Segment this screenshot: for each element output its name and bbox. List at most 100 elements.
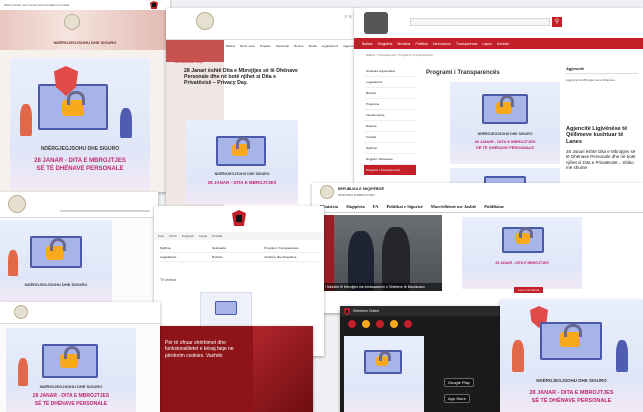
nav-item[interactable]: Ministria xyxy=(397,42,410,46)
nav-item[interactable]: Botime xyxy=(294,44,303,48)
nav-item[interactable]: Lajme xyxy=(482,42,492,46)
cookie-text: Për të ofruar shërbimet dhe funksionalit… xyxy=(165,340,234,359)
nav-item[interactable]: Politikat xyxy=(415,42,427,46)
nav-item[interactable]: Media xyxy=(309,44,317,48)
institution-seal xyxy=(64,14,80,30)
nav-item[interactable]: Rreth nesh xyxy=(240,44,255,48)
site-logo[interactable] xyxy=(196,12,214,30)
nav-item[interactable]: Veprimtari xyxy=(276,44,290,48)
tab-item[interactable]: Kreu xyxy=(158,234,164,238)
site-header: ⚲ xyxy=(354,8,643,38)
sidebar-item[interactable]: Njoftime xyxy=(364,143,416,154)
service-icon[interactable] xyxy=(404,320,412,328)
sidebar-item[interactable]: Struktura organizative xyxy=(364,66,416,77)
search-button[interactable]: ⚲ xyxy=(552,17,562,27)
google-play-badge[interactable]: Google Play xyxy=(444,378,474,387)
table-cell[interactable]: Buxheti xyxy=(212,255,264,259)
top-links[interactable]: Ballina Rreth nesh Veprimtaria Publikime… xyxy=(4,3,69,7)
nav-item[interactable]: Shqipëria xyxy=(378,42,393,46)
language-icon[interactable]: ☰ xyxy=(348,14,352,19)
poster-date-line: 28 JANAR - DITA E MBROJTJES xyxy=(34,158,126,164)
search-icon: ⚲ xyxy=(554,19,560,25)
lock-icon xyxy=(232,137,251,156)
table-cell[interactable]: Njoftime xyxy=(160,246,212,250)
poster-headline: NDËRGJEGJSOHU DHE SIGURO xyxy=(536,378,607,383)
nav-item[interactable]: Transparenca xyxy=(456,42,477,46)
service-icon[interactable] xyxy=(348,320,356,328)
lock-icon xyxy=(516,226,533,244)
site-logo[interactable] xyxy=(364,12,388,34)
poster-headline: NDËRGJEGJSOHU DHE SIGURO xyxy=(39,384,103,389)
thumbnail[interactable] xyxy=(200,292,252,328)
main-nav: Ballina Shqipëria Ministria Politikat In… xyxy=(354,38,643,49)
search-icon[interactable]: ⚲ xyxy=(344,14,347,19)
sidebar: Struktura organizative Legjislacioni Bux… xyxy=(364,66,416,175)
article-headline[interactable]: 28 Janari është Dita e Mbrojtjes së të D… xyxy=(184,68,302,87)
service-icon[interactable] xyxy=(362,320,370,328)
site-logo[interactable] xyxy=(8,195,26,213)
screenshot-b: ⚲ ☰ Ballina Rreth nesh Projekte Veprimta… xyxy=(166,8,358,206)
poster-date-line-2: SË TË DHËNAVE PERSONALE xyxy=(476,145,534,150)
read-more-button[interactable]: Lexo më shumë xyxy=(514,287,544,293)
logo-subcaption: MINISTRIA E MBROJTJES xyxy=(338,193,375,197)
sidebar-item[interactable]: Vendimmarrje xyxy=(364,110,416,121)
service-icon[interactable] xyxy=(376,320,384,328)
right-panel-item[interactable]: Agjencitë të Mbrojtjes së të Dhënave xyxy=(566,78,638,82)
poster-headline: NDËRGJEGJSOHU DHE SIGURO xyxy=(477,132,533,136)
lock-icon xyxy=(60,346,81,368)
article-category[interactable]: Komunikata për shtyp xyxy=(174,60,203,64)
site-header xyxy=(154,206,324,232)
sidebar-item[interactable]: Legjislacioni xyxy=(364,77,416,88)
nav-item[interactable]: FA xyxy=(373,204,379,209)
nav-item[interactable]: Kontakt xyxy=(497,42,509,46)
tab-item[interactable]: Lajme xyxy=(199,234,207,238)
tab-item[interactable]: Kontakt xyxy=(212,234,222,238)
breadcrumb[interactable]: Ballina / Transparenca / Programi i Tran… xyxy=(366,53,433,57)
header-icons: ⚲ ☰ xyxy=(344,14,352,19)
albania-emblem xyxy=(344,307,350,315)
table-cell[interactable]: Legjislacioni xyxy=(160,255,212,259)
table-cell[interactable]: Vendime dhe Rregullore xyxy=(264,255,318,259)
screenshot-j: NDËRGJEGJSOHU DHE SIGURO 28 JANAR - DITA… xyxy=(500,300,643,412)
nav-item[interactable]: Publikime xyxy=(484,204,504,209)
privacy-day-poster xyxy=(344,336,424,412)
sidebar-item[interactable]: Raporte xyxy=(364,121,416,132)
nav-item[interactable]: Shqipëria xyxy=(346,204,365,209)
poster-date-line-2: SË TË DHËNAVE PERSONALE xyxy=(36,166,124,172)
privacy-day-poster: 28 JANAR - DITA E MBROJTJES xyxy=(462,217,582,289)
site-logo[interactable] xyxy=(320,185,334,199)
screenshot-e: REPUBLIKA E SHQIPËRISË MINISTRIA E MBROJ… xyxy=(312,183,643,313)
tab-item[interactable]: Rreth xyxy=(169,234,176,238)
app-store-badge[interactable]: App Store xyxy=(444,394,470,403)
sidebar-item[interactable]: Buxheti xyxy=(364,88,416,99)
nav-item[interactable]: Ballina xyxy=(362,42,373,46)
albania-emblem[interactable] xyxy=(232,210,246,226)
person-illustration xyxy=(512,340,524,372)
site-logo[interactable] xyxy=(14,305,28,319)
nav-item[interactable]: Agjencia xyxy=(343,44,355,48)
sidebar-item[interactable]: Programe xyxy=(364,99,416,110)
tab-item[interactable]: Programi xyxy=(182,234,194,238)
nav-item[interactable]: Ballina xyxy=(226,44,235,48)
right-panel-headline[interactable]: Agjencitë Ligjvënëse të Qëllimeve kushtu… xyxy=(566,126,638,145)
poster-date-line: 28 JANAR - DITA E MBROJTJES xyxy=(474,139,536,144)
nav-item[interactable]: Informacion xyxy=(433,42,451,46)
poster-date-line-2: SË TË DHËNAVE PERSONALE xyxy=(34,401,108,407)
site-header xyxy=(0,192,158,218)
photo-caption[interactable]: Takim i Ministrit të Mbrojtjes me Ambasa… xyxy=(312,283,442,291)
nav-item[interactable]: Politikat e Sigurisë xyxy=(386,204,422,209)
person-illustration xyxy=(20,104,32,136)
sidebar-item[interactable]: Kontakt xyxy=(364,132,416,143)
sidebar-item[interactable]: Regjistri i kërkesave xyxy=(364,154,416,165)
service-icon[interactable] xyxy=(390,320,398,328)
screenshot-a: Ballina Rreth nesh Veprimtaria Publikime… xyxy=(0,0,170,192)
nav-item[interactable]: Projekte xyxy=(260,44,271,48)
nav-item[interactable]: Marrëdhënie me Jashtë xyxy=(431,204,477,209)
right-panel-body[interactable]: 28 Janari është Dita e Mbrojtjes së të D… xyxy=(566,149,638,171)
table-cell[interactable]: Sekretaria xyxy=(212,246,264,250)
table-cell[interactable]: Programi i Transparencës xyxy=(264,246,318,250)
nav-item[interactable]: Legjislacioni xyxy=(322,44,338,48)
search-input[interactable] xyxy=(410,18,550,26)
nav-item[interactable] xyxy=(60,210,150,212)
sidebar-item-active[interactable]: Programi i Transparencës xyxy=(364,165,416,175)
